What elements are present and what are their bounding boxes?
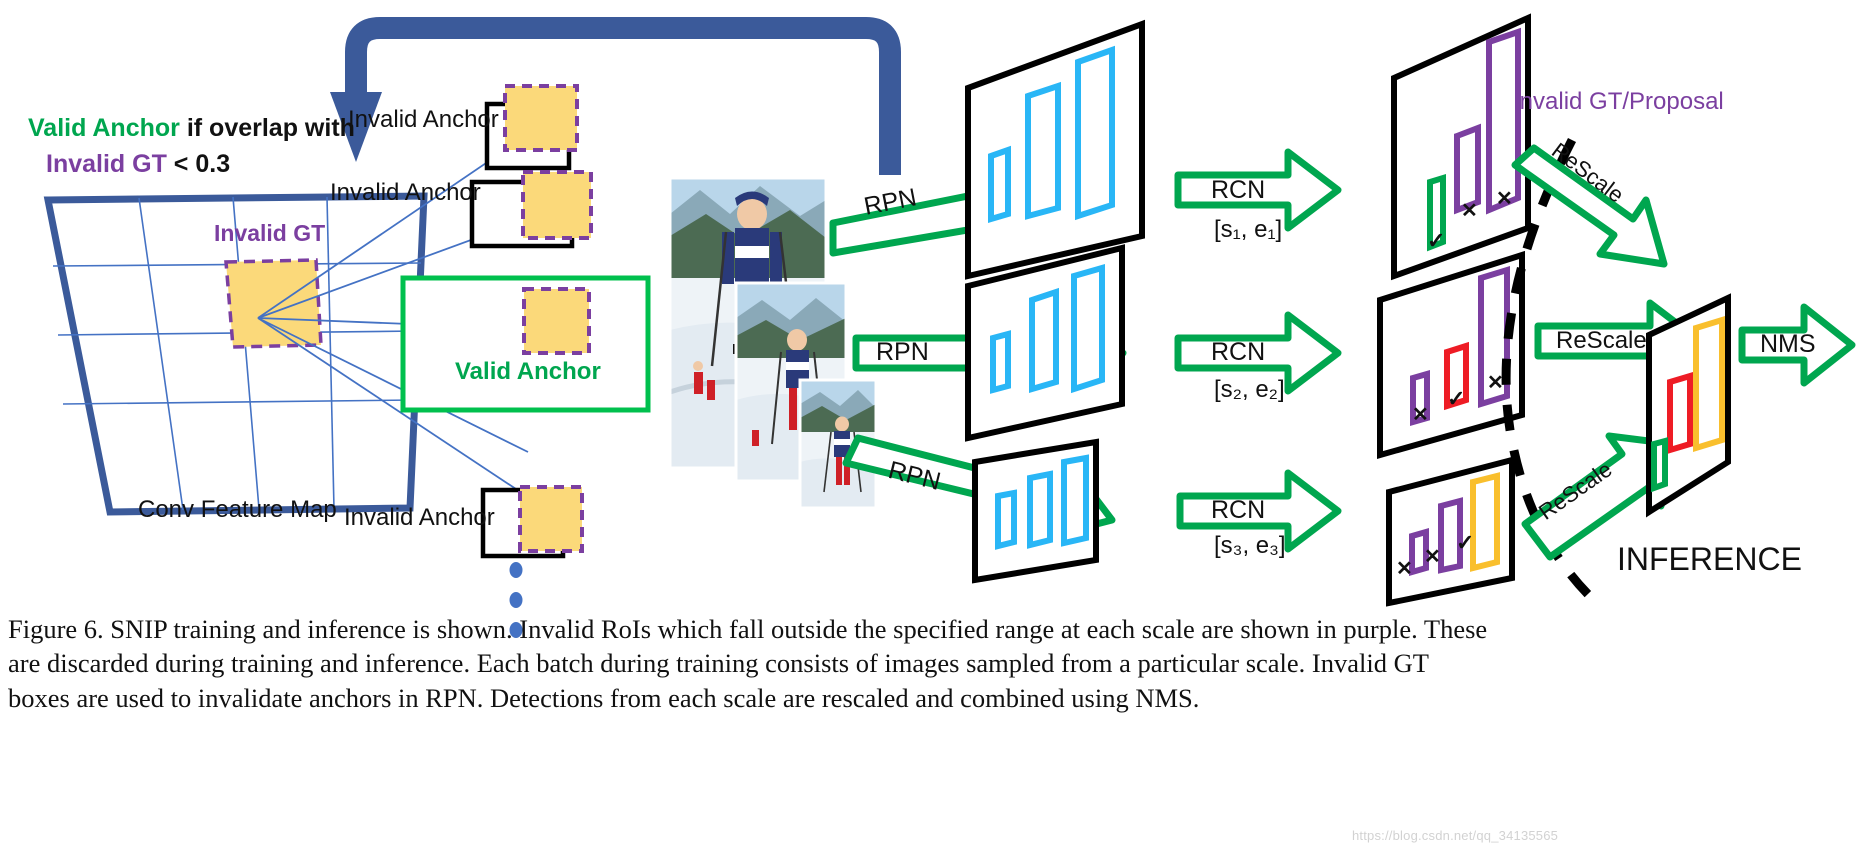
proposal-plane-3 — [972, 438, 1099, 584]
proposal-plane-2 — [965, 244, 1125, 442]
caption-line-3: boxes are used to invalidate anchors in … — [8, 682, 1200, 713]
rpn-label-2: RPN — [876, 338, 929, 366]
mark-row1-box1: ✓ — [1427, 228, 1446, 253]
conv-feature-map-label: Conv Feature Map — [138, 496, 337, 523]
mark-row3-box1: ✕ — [1396, 558, 1413, 580]
nms-label: NMS — [1760, 330, 1816, 358]
rule-overlap-text: if overlap with — [179, 114, 355, 142]
invalid-gt-box — [224, 258, 323, 349]
proposal-plane-1 — [965, 19, 1145, 280]
figure-canvas: Valid Anchor if overlap with Invalid GT … — [0, 0, 1858, 867]
mark-row3-box3: ✓ — [1456, 530, 1475, 555]
mark-row3-box2: ✕ — [1424, 546, 1441, 568]
mark-row2-box2: ✓ — [1447, 386, 1466, 411]
rcn-label-1: RCN — [1211, 176, 1266, 204]
figure-caption: Figure 6. SNIP training and inference is… — [8, 612, 1848, 715]
anchor-label-invalid-1: Invalid Anchor — [348, 106, 499, 133]
anchor-invalid-1 — [484, 84, 579, 171]
anchor-label-invalid-2: Invalid Anchor — [330, 179, 481, 206]
watermark: https://blog.csdn.net/qq_34135565 — [1352, 828, 1559, 843]
caption-line-1: Figure 6. SNIP training and inference is… — [8, 614, 1488, 644]
scale-range-3: [s₃, e₃] — [1214, 532, 1286, 559]
invalid-gt-proposal-label: Invalid GT/Proposal — [1513, 88, 1724, 115]
scale-range-2: [s₂, e₂] — [1214, 376, 1285, 403]
rcn-plane-2 — [1377, 250, 1525, 459]
scale-range-1: [s₁, e₁] — [1214, 216, 1283, 243]
mark-row1-box3: ✕ — [1496, 188, 1513, 210]
rescale-label-2: ReScale — [1556, 327, 1647, 354]
rcn-plane-3 — [1386, 456, 1515, 607]
anchor-invalid-3 — [480, 485, 584, 559]
rule-threshold-text: < 0.3 — [166, 150, 231, 178]
inference-label: INFERENCE — [1617, 541, 1802, 577]
mark-row1-box2: ✕ — [1461, 200, 1478, 222]
valid-anchor-rule-line1: Valid Anchor if overlap with — [28, 114, 355, 143]
anchor-valid — [400, 275, 651, 413]
valid-anchor-rule-line2: Invalid GT < 0.3 — [46, 150, 230, 179]
anchor-label-valid: Valid Anchor — [455, 358, 601, 385]
invalid-gt-label: Invalid GT — [214, 220, 326, 246]
mark-row2-box3: ✕ — [1487, 372, 1504, 394]
rule-invalid-gt-text: Invalid GT — [46, 150, 167, 178]
caption-line-2: are discarded during training and infere… — [8, 648, 1429, 679]
rcn-plane-1 — [1391, 13, 1531, 281]
rcn-label-3: RCN — [1211, 496, 1266, 524]
final-plane — [1646, 293, 1731, 518]
anchor-invalid-2 — [469, 170, 593, 249]
anchor-label-invalid-3: Invalid Anchor — [344, 504, 495, 531]
feedback-arrow — [330, 17, 901, 175]
mark-row2-box1: ✕ — [1412, 404, 1429, 426]
rcn-label-2: RCN — [1211, 338, 1266, 366]
rule-valid-anchor-text: Valid Anchor — [28, 114, 180, 142]
